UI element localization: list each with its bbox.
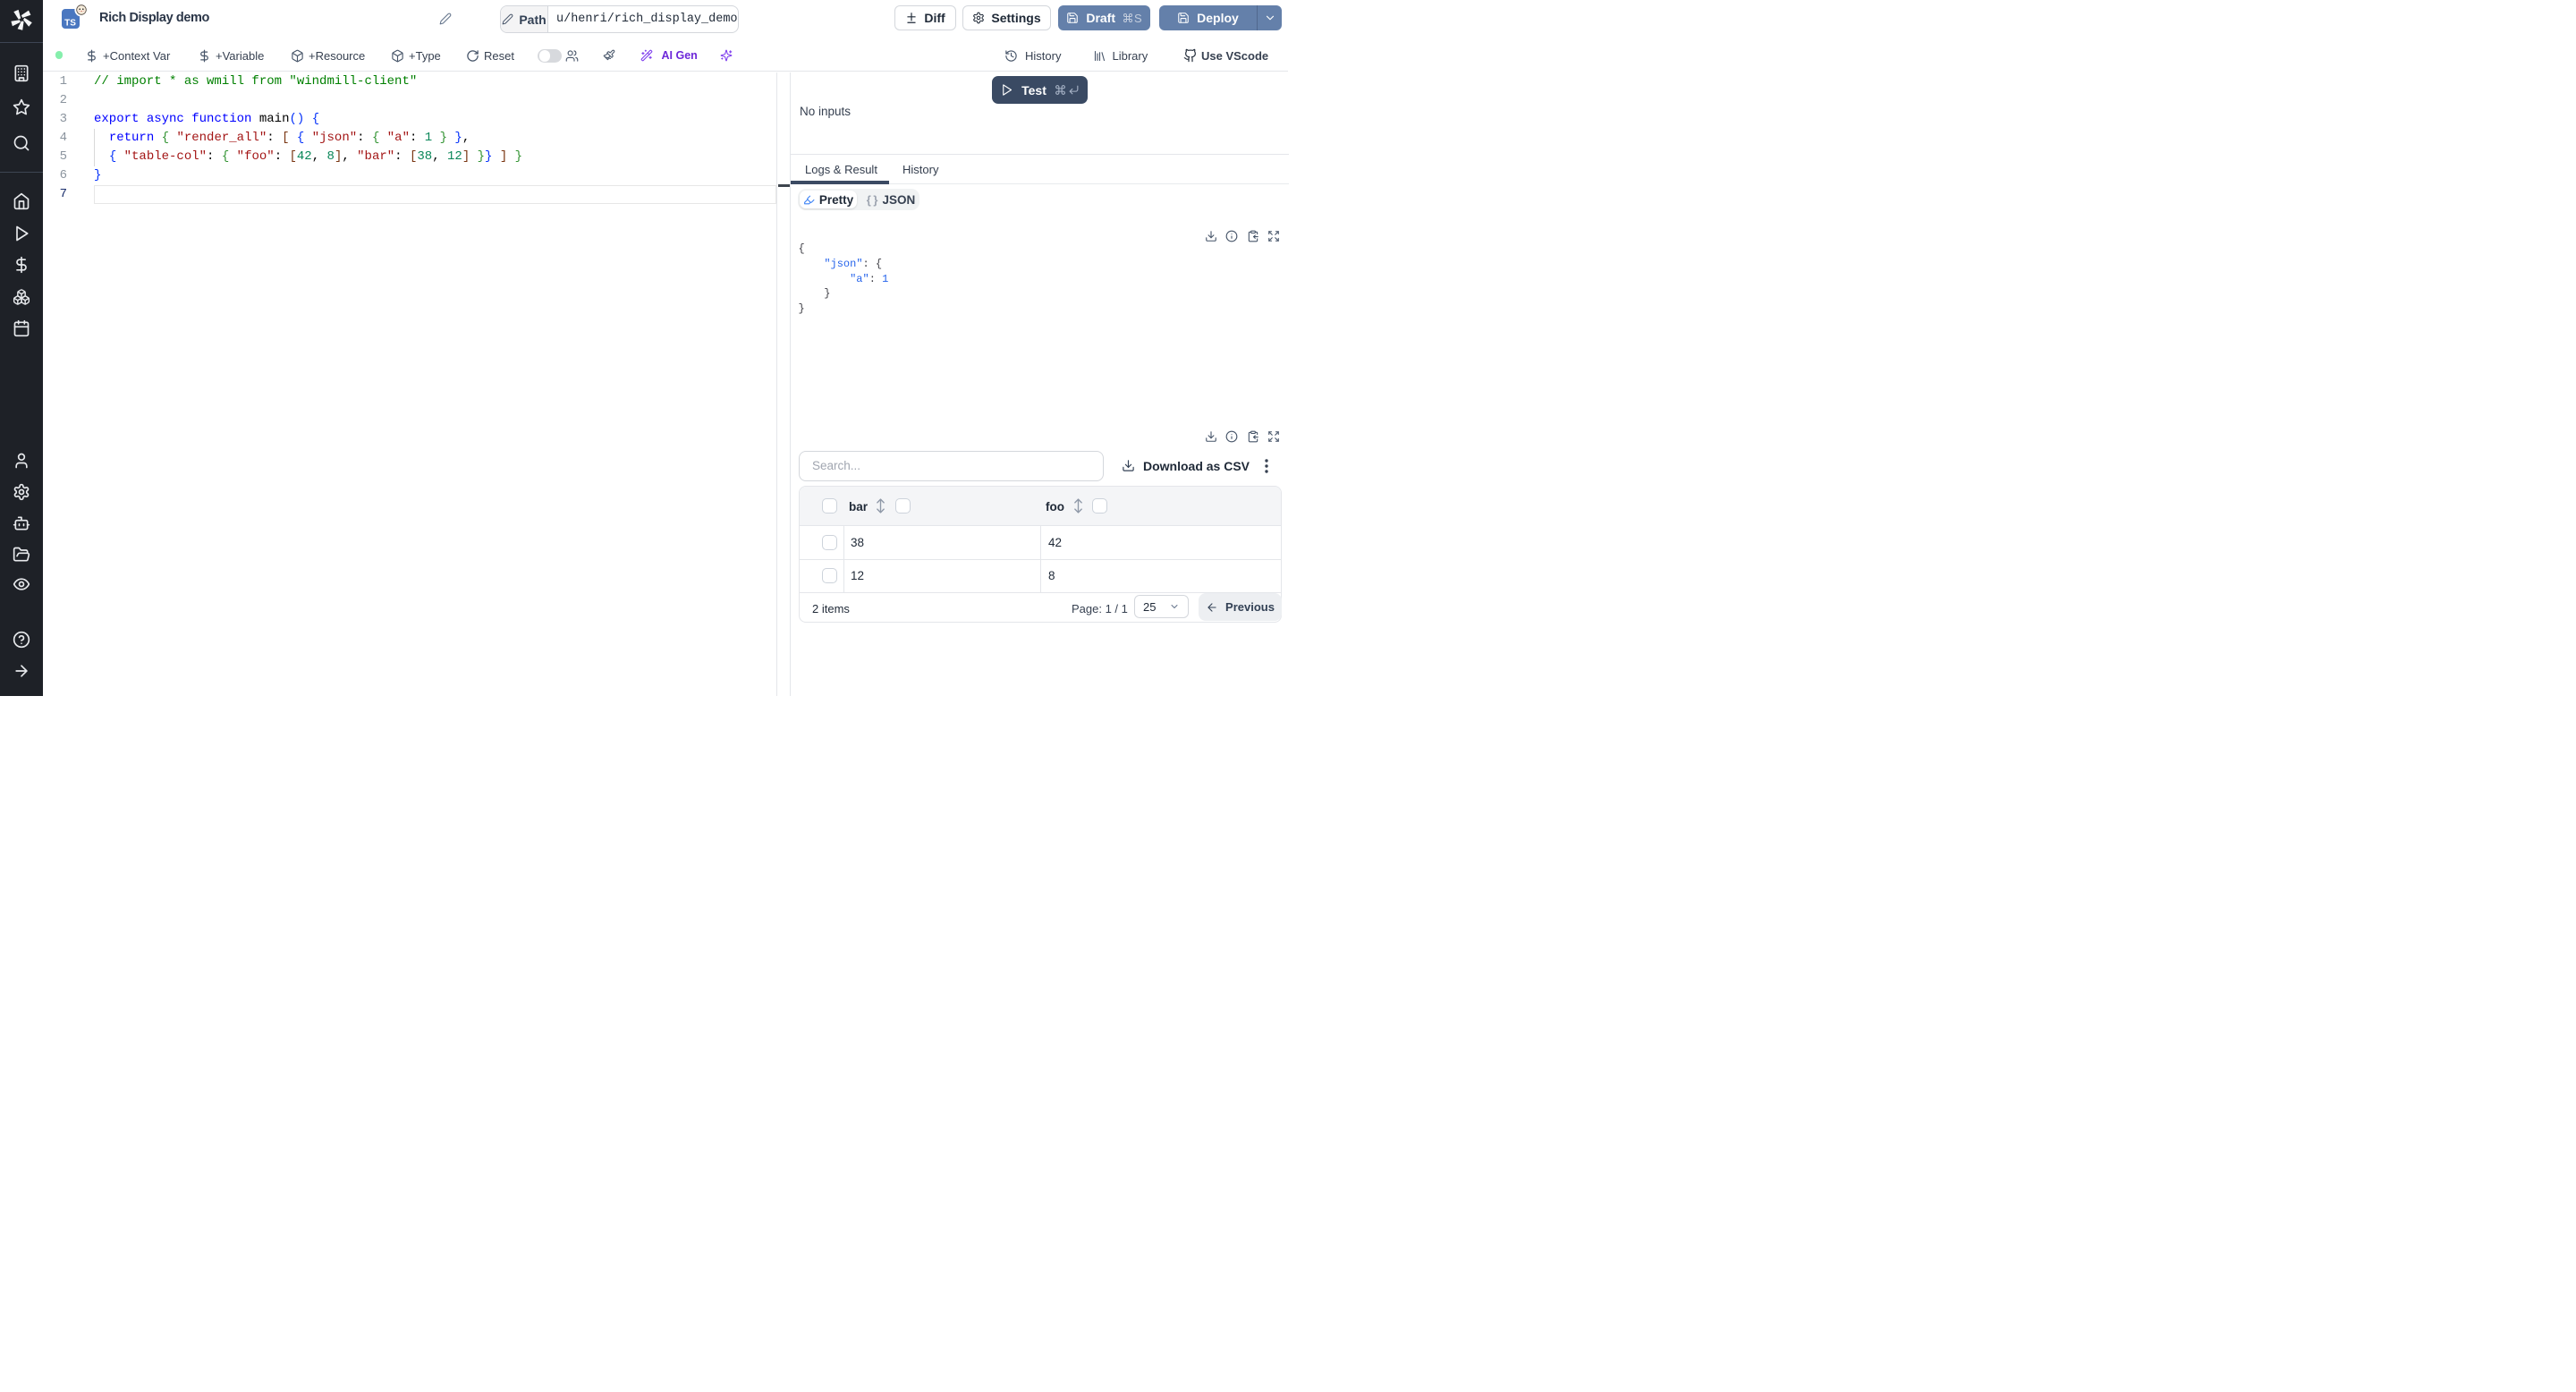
svg-text:TS: TS: [64, 19, 76, 29]
